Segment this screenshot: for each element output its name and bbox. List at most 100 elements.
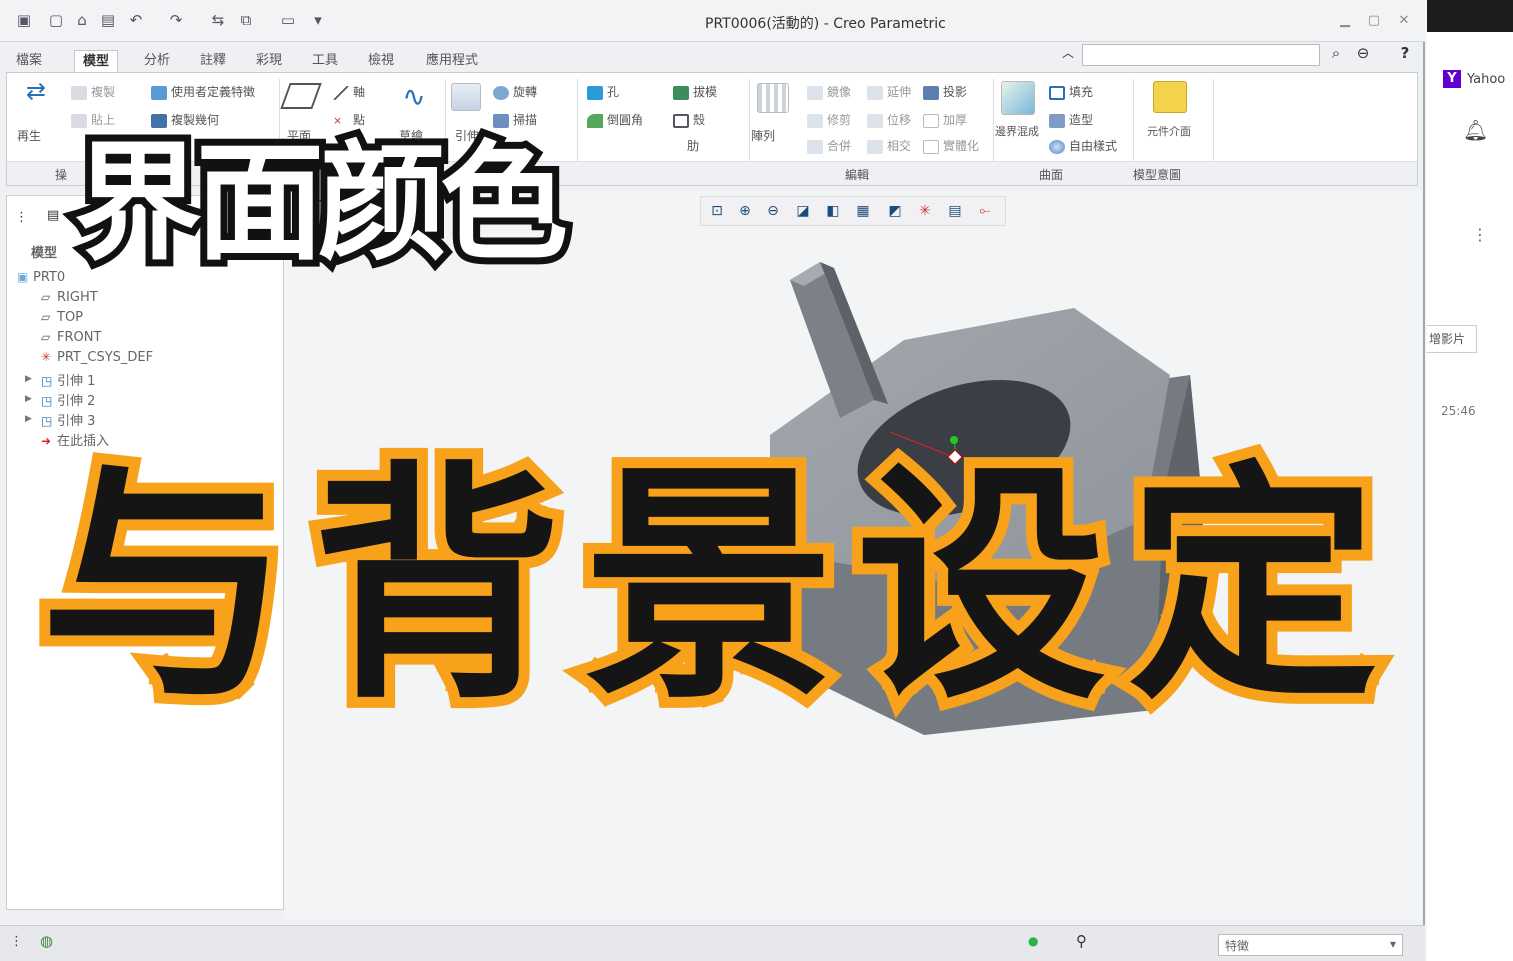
zoom-out-icon[interactable]: ⊖ <box>763 203 783 221</box>
close-window-icon[interactable]: ▭ <box>278 10 298 30</box>
tree-item-extrude-2[interactable]: ◳ 引伸 2 <box>41 390 95 409</box>
project-button[interactable]: 投影 <box>943 85 967 99</box>
tree-item-top[interactable]: ▱ TOP <box>41 310 83 325</box>
tree-item-extrude-1[interactable]: ◳ 引伸 1 <box>41 370 95 389</box>
expand-arrow-icon[interactable]: ▶ <box>25 394 32 404</box>
repaint-icon[interactable]: ◪ <box>793 203 813 221</box>
regen-button[interactable]: 再生 <box>17 127 41 144</box>
extrude-feature-icon: ◳ <box>41 414 53 428</box>
style-button[interactable]: 造型 <box>1069 113 1093 127</box>
minimize-icon[interactable]: ▁ <box>1336 12 1354 30</box>
hole-button[interactable]: 孔 <box>607 85 619 99</box>
windows-icon[interactable]: ⧉ <box>236 10 256 30</box>
snapshot-button[interactable]: 增影片 <box>1427 325 1477 353</box>
pattern-button[interactable]: 陣列 <box>751 127 775 144</box>
mirror-button[interactable]: 鏡像 <box>827 85 851 99</box>
bell-icon[interactable]: 🔔︎ <box>1463 118 1488 142</box>
tab-file[interactable]: 檔案 <box>8 50 50 72</box>
round-button[interactable]: 倒圓角 <box>607 113 643 127</box>
tab-view[interactable]: 檢視 <box>360 50 402 72</box>
display-style-icon[interactable]: ◧ <box>823 203 843 221</box>
tab-render[interactable]: 彩現 <box>248 50 290 72</box>
group-editing-label[interactable]: 編輯 <box>845 166 869 183</box>
draft-button[interactable]: 拔模 <box>693 85 717 99</box>
regenerate-big-icon[interactable]: ⇄ <box>19 77 53 107</box>
shell-button[interactable]: 殼 <box>693 113 705 127</box>
component-interface-icon[interactable] <box>1153 81 1187 113</box>
ribbon-collapse-icon[interactable]: ︿ <box>1062 44 1074 61</box>
maximize-icon[interactable]: ▢ <box>1365 12 1383 30</box>
pattern-icon[interactable] <box>757 83 789 113</box>
browser-toggle-icon[interactable]: ◍ <box>40 932 53 950</box>
plane-icon[interactable] <box>280 83 322 109</box>
tab-analysis[interactable]: 分析 <box>136 50 178 72</box>
sweep-button[interactable]: 掃描 <box>513 113 537 127</box>
undo-icon[interactable]: ↶ <box>126 10 146 30</box>
tree-item-front[interactable]: ▱ FRONT <box>41 330 101 345</box>
regenerate-icon[interactable]: ⇆ <box>208 10 228 30</box>
revolve-button[interactable]: 旋轉 <box>513 85 537 99</box>
axis-button[interactable]: 軸 <box>353 85 365 99</box>
tree-item-csys[interactable]: ✳ PRT_CSYS_DEF <box>41 350 153 365</box>
group-operations-label[interactable]: 操 <box>55 166 67 183</box>
find-icon[interactable]: ⚲ <box>1076 932 1087 950</box>
udf-button[interactable]: 使用者定義特徵 <box>171 85 255 99</box>
redo-icon[interactable]: ↷ <box>166 10 186 30</box>
boundary-blend-icon[interactable] <box>1001 81 1035 115</box>
paste-button[interactable]: 貼上 <box>91 113 115 127</box>
tab-model[interactable]: 模型 <box>74 50 119 72</box>
new-file-icon[interactable]: ▢ <box>46 10 66 30</box>
extrude-feature-icon: ◳ <box>41 374 53 388</box>
model-tree-tab-icon[interactable]: ⋮ <box>15 210 28 225</box>
extrude-icon[interactable] <box>451 83 481 111</box>
extend-button[interactable]: 延伸 <box>887 85 911 99</box>
tree-item-extrude-3[interactable]: ◳ 引伸 3 <box>41 410 95 429</box>
intersect-icon <box>867 139 883 154</box>
folder-browser-tab-icon[interactable]: ▤ <box>47 208 59 223</box>
search-icon[interactable]: ⌕ <box>1325 44 1347 62</box>
tree-item-part[interactable]: ▣ PRT0 <box>17 270 65 285</box>
merge-button[interactable]: 合併 <box>827 139 851 153</box>
refit-icon[interactable]: ⊡ <box>707 203 727 221</box>
copy-geometry-button[interactable]: 複製幾何 <box>171 113 219 127</box>
intersect-button[interactable]: 相交 <box>887 139 911 153</box>
datum-display-icon[interactable]: ✳ <box>915 203 935 221</box>
sketch-icon[interactable]: ∿ <box>395 83 433 113</box>
point-button[interactable]: 點 <box>353 113 365 127</box>
command-search-icon[interactable]: ⊖ <box>1352 44 1374 62</box>
thicken-button[interactable]: 加厚 <box>943 113 967 127</box>
search-input[interactable] <box>1082 44 1320 66</box>
rib-button[interactable]: 肋 <box>687 139 699 153</box>
tab-tools[interactable]: 工具 <box>304 50 346 72</box>
open-file-icon[interactable]: ⌂ <box>72 10 92 30</box>
tree-item-right[interactable]: ▱ RIGHT <box>41 290 98 305</box>
tab-applications[interactable]: 應用程式 <box>418 50 486 72</box>
view-manager-icon[interactable]: ◩ <box>885 203 905 221</box>
solidify-button[interactable]: 實體化 <box>943 139 979 153</box>
yahoo-tab-label[interactable]: Yahoo <box>1467 72 1505 87</box>
saved-orientations-icon[interactable]: ▦ <box>853 203 873 221</box>
component-interface-button[interactable]: 元件介面 <box>1147 125 1191 138</box>
tab-annotate[interactable]: 註釋 <box>192 50 234 72</box>
group-surfaces-label[interactable]: 曲面 <box>1039 166 1063 183</box>
close-icon[interactable]: ✕ <box>1395 12 1413 30</box>
fill-button[interactable]: 填充 <box>1069 85 1093 99</box>
save-icon[interactable]: ▤ <box>98 10 118 30</box>
spin-center-icon[interactable]: ⟜ <box>975 203 995 221</box>
offset-button[interactable]: 位移 <box>887 113 911 127</box>
customize-toolbar-icon[interactable]: ▾ <box>308 10 328 30</box>
freestyle-button[interactable]: 自由樣式 <box>1069 139 1117 153</box>
expand-arrow-icon[interactable]: ▶ <box>25 414 32 424</box>
more-options-icon[interactable]: ⋮ <box>1472 225 1488 244</box>
copy-button[interactable]: 複製 <box>91 85 115 99</box>
show-navigator-icon[interactable]: ⋮ <box>10 934 23 949</box>
expand-arrow-icon[interactable]: ▶ <box>25 374 32 384</box>
annotation-display-icon[interactable]: ▤ <box>945 203 965 221</box>
selection-filter-select[interactable]: 特徵 ▾ <box>1218 934 1403 956</box>
trim-button[interactable]: 修剪 <box>827 113 851 127</box>
window-title: PRT0006(活動的) - Creo Parametric <box>705 16 946 32</box>
group-intent-label[interactable]: 模型意圖 <box>1133 166 1181 183</box>
zoom-in-icon[interactable]: ⊕ <box>735 203 755 221</box>
boundary-blend-button[interactable]: 邊界混成 <box>995 125 1039 138</box>
help-icon[interactable]: ? <box>1394 44 1416 62</box>
